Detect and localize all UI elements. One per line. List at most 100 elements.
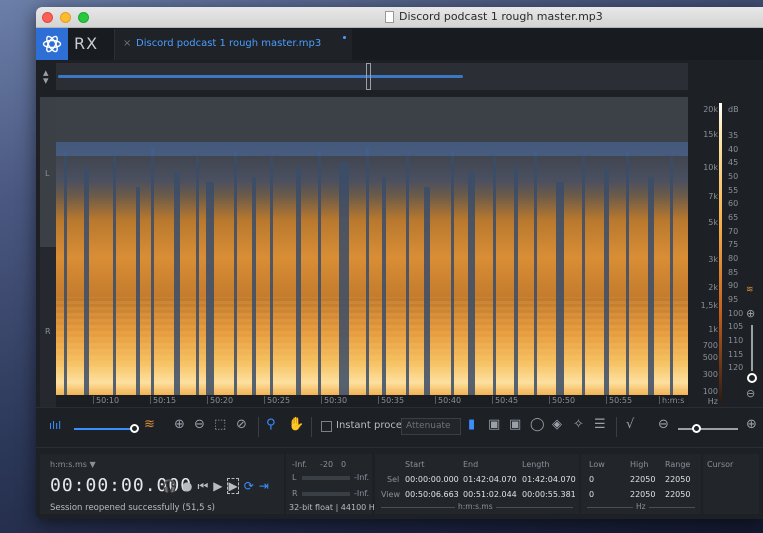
attenuate-select[interactable]: Attenuate: [401, 418, 461, 435]
db-label: 90: [728, 281, 739, 290]
db-label: 105: [728, 322, 744, 331]
frequency-axis[interactable]: 20k 15k 10k 7k 5k 3k 2k 1,5k 1k 700 500 …: [688, 97, 718, 407]
chevron-down-icon[interactable]: ▼: [89, 460, 95, 469]
sel-high[interactable]: 22050: [630, 475, 655, 484]
waveform-view-icon[interactable]: ılıl: [49, 419, 61, 432]
waveform-spectrogram-slider[interactable]: [74, 428, 134, 430]
time-tick: 50:35: [377, 396, 405, 405]
rx-logo-icon[interactable]: [36, 28, 68, 60]
meter-left-label: L: [292, 473, 297, 482]
file-tab[interactable]: × Discord podcast 1 rough master.mp3: [114, 29, 352, 60]
overview-track[interactable]: [56, 63, 688, 90]
record-icon[interactable]: ●: [182, 479, 192, 493]
vertical-zoom-knob[interactable]: [747, 373, 757, 383]
vertical-zoom-track[interactable]: [751, 325, 753, 371]
horizontal-zoom-in-icon[interactable]: ⊕: [746, 417, 757, 432]
horizontal-zoom-knob[interactable]: [692, 424, 701, 433]
collapse-overview-icon[interactable]: ▴ ▾: [43, 67, 49, 86]
sel-length[interactable]: 01:42:04.070: [522, 475, 576, 484]
lasso-tool-icon[interactable]: ◯: [530, 417, 545, 432]
zoom-in-icon[interactable]: ⊕: [174, 417, 185, 432]
meter-left-bar: [302, 476, 350, 480]
time-format-selector[interactable]: h:m:s.ms ▼: [50, 460, 96, 469]
view-low[interactable]: 0: [589, 490, 594, 499]
selection-header: Start: [405, 460, 425, 469]
minimize-window-button[interactable]: [60, 12, 71, 23]
document-icon: [385, 11, 394, 23]
frequency-selection-tool-icon[interactable]: ▣: [488, 417, 500, 432]
db-label: 75: [728, 240, 739, 249]
tab-close-icon[interactable]: ×: [123, 38, 131, 49]
view-length[interactable]: 00:00:55.381: [522, 490, 576, 499]
maximize-window-button[interactable]: [78, 12, 89, 23]
db-color-scale: [719, 103, 722, 403]
horizontal-zoom-out-icon[interactable]: ⊖: [658, 417, 669, 432]
tab-bar: RX × Discord podcast 1 rough master.mp3: [36, 28, 763, 60]
toolbar-separator: [258, 417, 259, 437]
zoom-out-vertical-icon[interactable]: ⊖: [746, 387, 755, 400]
meter-scale-label: -Inf.: [292, 460, 308, 469]
brush-tool-icon[interactable]: ◈: [552, 417, 562, 432]
db-label: 55: [728, 186, 739, 195]
overview-view-handle[interactable]: [366, 63, 371, 90]
spectrogram-view-icon[interactable]: ≋: [144, 417, 155, 432]
sel-start[interactable]: 00:00:00.000: [405, 475, 459, 484]
zoom-fit-icon[interactable]: ⊘: [236, 417, 247, 432]
transport-panel: h:m:s.ms ▼ 00:00:00.000 🎧 ● ⏮ ▶ ▶ ⟳ ⇥ Session …: [40, 454, 284, 514]
meter-scale-label: -20: [320, 460, 334, 469]
time-frequency-selection-tool-icon[interactable]: ▣: [509, 417, 521, 432]
skip-back-icon[interactable]: ⏮: [197, 479, 208, 493]
fade-tool-icon[interactable]: √: [626, 417, 634, 432]
zoom-out-icon[interactable]: ⊖: [194, 417, 205, 432]
view-end[interactable]: 00:51:02.044: [463, 490, 517, 499]
harmonic-selection-icon[interactable]: ☰: [594, 417, 606, 432]
vertical-zoom-controls: ≋ ⊕ ⊖: [744, 285, 760, 410]
time-format-label[interactable]: h:m:s.ms: [50, 460, 87, 469]
magic-wand-tool-icon[interactable]: ✧: [573, 417, 584, 432]
spectrogram-view[interactable]: [56, 97, 688, 395]
follow-playback-icon[interactable]: ⇥: [259, 479, 269, 493]
play-icon[interactable]: ▶: [213, 479, 222, 493]
meter-scale-label: 0: [341, 460, 347, 469]
freq-label: 10k: [703, 163, 718, 172]
freq-label: 5k: [708, 218, 718, 227]
sel-range[interactable]: 22050: [665, 475, 690, 484]
instant-process-checkbox[interactable]: [321, 421, 332, 432]
selection-header: Length: [522, 460, 550, 469]
time-tick: 50:25: [263, 396, 291, 405]
time-tick: 50:30: [320, 396, 348, 405]
sel-end[interactable]: 01:42:04.070: [463, 475, 517, 484]
hand-tool-icon[interactable]: ✋: [288, 417, 304, 432]
waveform-spectrogram-knob[interactable]: [130, 424, 139, 433]
loop-icon[interactable]: ⟳: [244, 479, 254, 493]
horizontal-zoom-slider[interactable]: [678, 428, 738, 430]
zoom-selection-icon[interactable]: ⬚: [214, 417, 226, 432]
play-selection-icon[interactable]: ▶: [227, 478, 239, 494]
spectrogram-settings-icon[interactable]: ≋: [746, 285, 754, 295]
zoom-in-vertical-icon[interactable]: ⊕: [746, 307, 755, 320]
headphones-icon[interactable]: 🎧: [162, 479, 177, 493]
view-range[interactable]: 22050: [665, 490, 690, 499]
close-window-button[interactable]: [42, 12, 53, 23]
db-label: 95: [728, 295, 739, 304]
time-selection-tool-icon[interactable]: ▮: [468, 417, 475, 432]
zoom-tool-icon[interactable]: ⚲: [266, 417, 276, 432]
db-label: 70: [728, 227, 739, 236]
time-axis-unit: h:m:s: [658, 396, 685, 405]
tab-label[interactable]: Discord podcast 1 rough master.mp3: [136, 38, 321, 49]
view-high[interactable]: 22050: [630, 490, 655, 499]
selection-panel: Start End Length Sel 00:00:00.000 01:42:…: [375, 454, 579, 514]
channel-right-label: R: [45, 327, 51, 336]
db-label: 85: [728, 268, 739, 277]
app-window: Discord podcast 1 rough master.mp3 RX × …: [36, 7, 763, 519]
db-label: 100: [728, 309, 744, 318]
view-start[interactable]: 00:50:06.663: [405, 490, 459, 499]
freq-axis-unit: Hz: [707, 397, 718, 406]
sel-low[interactable]: 0: [589, 475, 594, 484]
cursor-header: Cursor: [707, 460, 734, 469]
freq-label: 1k: [708, 325, 718, 334]
time-tick: 50:20: [206, 396, 234, 405]
frequency-header: Low: [589, 460, 605, 469]
cursor-panel: Cursor: [703, 454, 759, 514]
transport-controls: 🎧 ● ⏮ ▶ ▶ ⟳ ⇥: [162, 478, 274, 494]
